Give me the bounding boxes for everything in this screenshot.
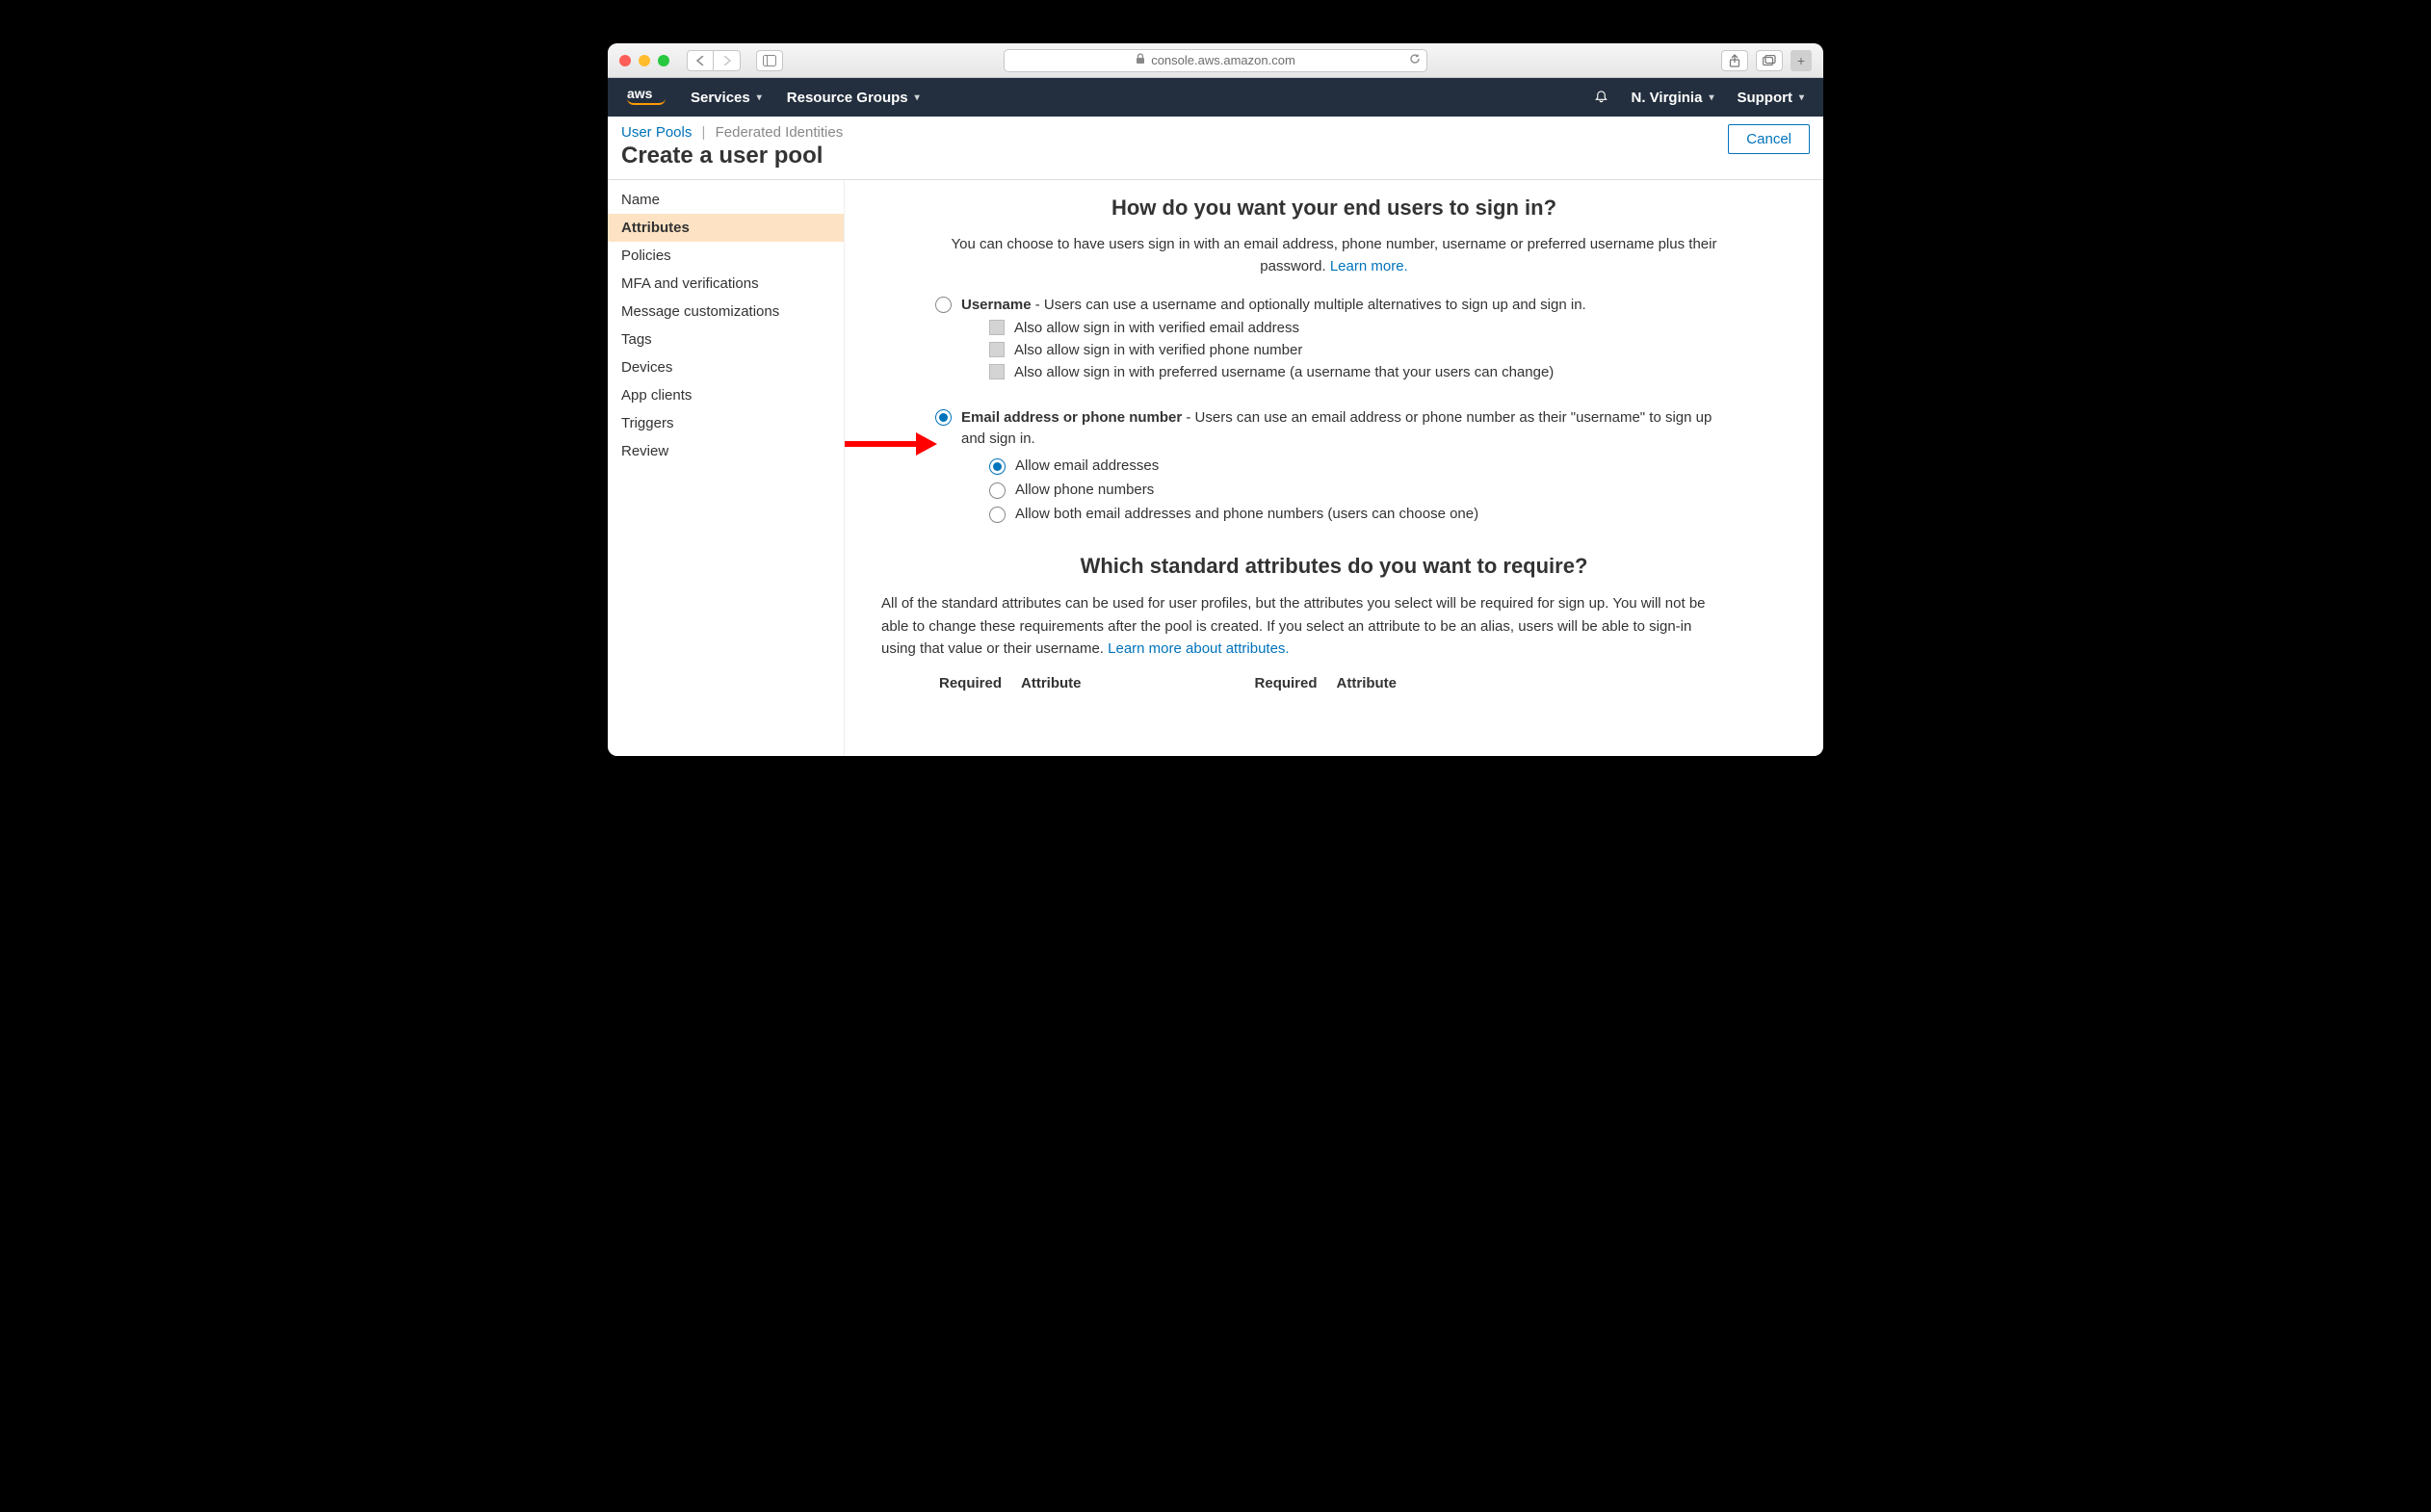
crumb-federated[interactable]: Federated Identities: [716, 124, 844, 141]
page-header: User Pools | Federated Identities Create…: [608, 117, 1823, 180]
back-button[interactable]: [687, 50, 714, 71]
col-required-1: Required: [939, 675, 1002, 691]
chevron-down-icon: ▾: [915, 92, 920, 103]
close-window-icon[interactable]: [619, 55, 631, 66]
sidebar-item-name[interactable]: Name: [608, 186, 844, 214]
attributes-section: Which standard attributes do you want to…: [881, 554, 1787, 691]
email-phone-sub-options: Allow email addresses Allow phone number…: [989, 456, 1787, 523]
signin-heading: How do you want your end users to sign i…: [881, 196, 1787, 221]
sidebar-item-attributes[interactable]: Attributes: [608, 214, 844, 242]
option-username-text: Username - Users can use a username and …: [961, 295, 1586, 316]
radio-email-phone[interactable]: [935, 409, 952, 426]
mac-titlebar: console.aws.amazon.com +: [608, 43, 1823, 78]
sub-radio-row-both[interactable]: Allow both email addresses and phone num…: [989, 505, 1787, 523]
minimize-window-icon[interactable]: [639, 55, 650, 66]
sidebar-item-triggers[interactable]: Triggers: [608, 409, 844, 437]
sub-radio-label-phone: Allow phone numbers: [1015, 482, 1154, 498]
aws-navbar: aws Services ▾ Resource Groups ▾ N. Virg…: [608, 78, 1823, 117]
option-email-phone[interactable]: Email address or phone number - Users ca…: [935, 407, 1725, 450]
arrow-line: [845, 441, 916, 447]
radio-username[interactable]: [935, 297, 952, 313]
chk-row-phone[interactable]: Also allow sign in with verified phone n…: [989, 342, 1787, 358]
option-email-phone-bold: Email address or phone number: [961, 409, 1182, 426]
option-email-phone-text: Email address or phone number - Users ca…: [961, 407, 1725, 450]
checkbox-verified-phone[interactable]: [989, 342, 1005, 357]
attributes-table-header: Required Attribute Required Attribute: [939, 675, 1787, 691]
breadcrumb: User Pools | Federated Identities: [621, 124, 843, 141]
chk-row-email[interactable]: Also allow sign in with verified email a…: [989, 320, 1787, 336]
col-attribute-1: Attribute: [1021, 675, 1082, 691]
nav-region[interactable]: N. Virginia ▾: [1632, 90, 1714, 106]
chevron-down-icon: ▾: [757, 92, 762, 103]
attrs-heading: Which standard attributes do you want to…: [881, 554, 1787, 579]
browser-window: console.aws.amazon.com + aws Services ▾ …: [608, 43, 1823, 756]
option-username[interactable]: Username - Users can use a username and …: [935, 295, 1725, 316]
checkbox-verified-email[interactable]: [989, 320, 1005, 335]
nav-region-label: N. Virginia: [1632, 90, 1703, 106]
sidebar-item-review[interactable]: Review: [608, 437, 844, 465]
arrow-head-icon: [916, 432, 937, 456]
lock-icon: [1136, 53, 1145, 67]
sidebar-item-mfa[interactable]: MFA and verifications: [608, 270, 844, 298]
content-body: Name Attributes Policies MFA and verific…: [608, 180, 1823, 756]
chk-label-phone: Also allow sign in with verified phone n…: [1014, 342, 1302, 358]
sidebar-item-message[interactable]: Message customizations: [608, 298, 844, 326]
nav-support-label: Support: [1737, 90, 1792, 106]
address-bar[interactable]: console.aws.amazon.com: [1004, 49, 1427, 72]
nav-resource-groups-label: Resource Groups: [787, 90, 908, 106]
new-tab-button[interactable]: +: [1791, 50, 1812, 71]
crumb-user-pools[interactable]: User Pools: [621, 124, 692, 141]
sub-radio-label-both: Allow both email addresses and phone num…: [1015, 506, 1478, 522]
radio-allow-both[interactable]: [989, 507, 1006, 523]
reload-icon[interactable]: [1409, 53, 1421, 67]
radio-allow-phone[interactable]: [989, 482, 1006, 499]
tabs-button[interactable]: [1756, 50, 1783, 71]
option-username-bold: Username: [961, 297, 1032, 313]
col-attribute-2: Attribute: [1337, 675, 1398, 691]
sub-radio-row-email[interactable]: Allow email addresses: [989, 456, 1787, 475]
chevron-down-icon: ▾: [1799, 92, 1804, 103]
nav-services-label: Services: [691, 90, 750, 106]
wizard-sidebar: Name Attributes Policies MFA and verific…: [608, 180, 845, 756]
aws-logo[interactable]: aws: [627, 90, 666, 105]
sidebar-item-app-clients[interactable]: App clients: [608, 381, 844, 409]
attrs-learn-more-link[interactable]: Learn more about attributes.: [1108, 640, 1289, 657]
chevron-down-icon: ▾: [1709, 92, 1713, 103]
address-text: console.aws.amazon.com: [1151, 53, 1295, 67]
sidebar-toggle-button[interactable]: [756, 50, 783, 71]
chk-row-preferred[interactable]: Also allow sign in with preferred userna…: [989, 364, 1787, 380]
main-panel: How do you want your end users to sign i…: [845, 180, 1823, 756]
chk-label-preferred: Also allow sign in with preferred userna…: [1014, 364, 1554, 380]
sidebar-item-tags[interactable]: Tags: [608, 326, 844, 353]
page-title: Create a user pool: [621, 143, 843, 169]
col-required-2: Required: [1255, 675, 1318, 691]
sub-radio-label-email: Allow email addresses: [1015, 457, 1159, 474]
forward-button[interactable]: [714, 50, 741, 71]
attrs-lead: All of the standard attributes can be us…: [881, 592, 1710, 660]
radio-allow-email[interactable]: [989, 458, 1006, 475]
option-username-rest: - Users can use a username and optionall…: [1032, 297, 1586, 313]
checkbox-preferred-username[interactable]: [989, 364, 1005, 379]
bell-icon[interactable]: [1594, 89, 1608, 107]
nav-services[interactable]: Services ▾: [691, 90, 762, 106]
browser-right-icons: +: [1721, 50, 1812, 71]
username-sub-options: Also allow sign in with verified email a…: [989, 320, 1787, 380]
nav-resource-groups[interactable]: Resource Groups ▾: [787, 90, 920, 106]
annotation-arrow: [845, 432, 937, 456]
sidebar-item-policies[interactable]: Policies: [608, 242, 844, 270]
share-button[interactable]: [1721, 50, 1748, 71]
maximize-window-icon[interactable]: [658, 55, 669, 66]
cancel-button[interactable]: Cancel: [1728, 124, 1810, 154]
signin-lead: You can choose to have users sign in wit…: [934, 234, 1734, 277]
attrs-lead-text: All of the standard attributes can be us…: [881, 595, 1706, 657]
window-controls: [619, 55, 669, 66]
history-nav: [687, 50, 741, 71]
sub-radio-row-phone[interactable]: Allow phone numbers: [989, 481, 1787, 499]
sidebar-item-devices[interactable]: Devices: [608, 353, 844, 381]
signin-learn-more-link[interactable]: Learn more.: [1330, 258, 1408, 274]
chk-label-email: Also allow sign in with verified email a…: [1014, 320, 1299, 336]
nav-support[interactable]: Support ▾: [1737, 90, 1804, 106]
